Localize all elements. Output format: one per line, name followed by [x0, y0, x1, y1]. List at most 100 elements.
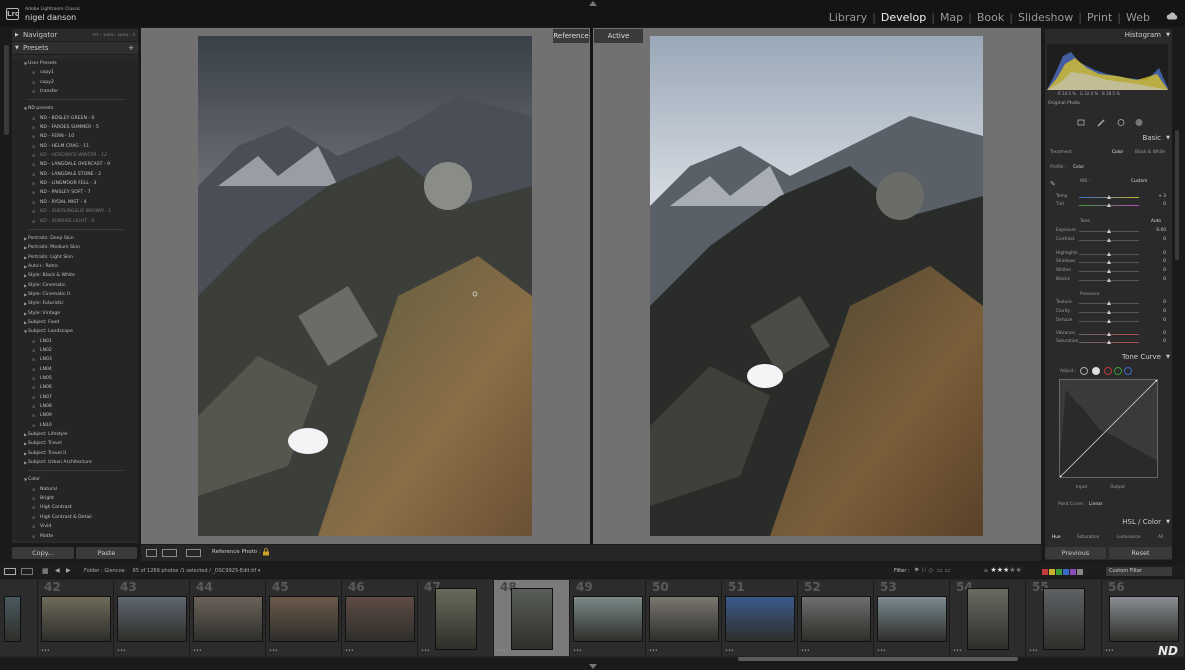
preset-item[interactable]: ⊞ ND - HELM CRAG - 11 [12, 142, 138, 151]
preset-item[interactable]: ⊞ ND - RYDAL MIST - 4 [12, 198, 138, 207]
collapse-top-icon[interactable] [589, 1, 597, 6]
filmstrip-cell[interactable]: 46 ••• [342, 580, 418, 656]
previous-button[interactable]: Previous [1045, 547, 1106, 559]
preset-item[interactable]: ⊞ Bright [12, 494, 138, 503]
filmstrip-cell[interactable]: 53 ••• [874, 580, 950, 656]
green-label-icon[interactable] [1056, 569, 1062, 575]
preset-item[interactable]: ⊞ LN09 [12, 411, 138, 420]
histogram[interactable] [1047, 44, 1168, 90]
module-library[interactable]: Library [824, 11, 872, 24]
preset-item[interactable]: ⊞ LN03 [12, 355, 138, 364]
preset-group[interactable]: ▶ Auto+: Retro [12, 262, 138, 271]
slider-thumb[interactable] [1107, 252, 1111, 256]
forward-arrow-icon[interactable]: ▶ [66, 567, 71, 574]
slider-whites[interactable] [1079, 269, 1139, 273]
filmstrip-thumbnail[interactable] [967, 588, 1009, 650]
right-scrollbar[interactable] [1175, 130, 1179, 260]
copy-button[interactable]: Copy... [12, 547, 74, 559]
filmstrip-thumbnail[interactable] [193, 596, 263, 642]
slider-highlights[interactable] [1079, 252, 1139, 256]
histogram-header[interactable]: Histogram ▼ [1045, 29, 1172, 41]
eyedropper-icon[interactable]: ✎ [1050, 180, 1060, 188]
filmstrip-cell[interactable]: 51 ••• [722, 580, 798, 656]
slider-value-contrast[interactable]: 0 [1146, 237, 1166, 242]
custom-filter-select[interactable]: Custom Filter [1106, 567, 1172, 576]
loupe-view-icon[interactable] [146, 549, 157, 557]
slider-vibrance[interactable] [1079, 332, 1139, 336]
preset-item[interactable]: ⊞ LN06 [12, 383, 138, 392]
reference-photo[interactable] [198, 36, 532, 536]
preset-item[interactable]: ⊞ ND - LINGMOOR FELL - 3 [12, 179, 138, 188]
preset-item[interactable]: ⊞ transfer [12, 87, 138, 96]
back-arrow-icon[interactable]: ◀ [55, 567, 60, 574]
preset-item[interactable]: ⊞ Natural [12, 485, 138, 494]
module-book[interactable]: Book [972, 11, 1009, 24]
yellow-label-icon[interactable] [1049, 569, 1055, 575]
active-photo[interactable] [650, 36, 983, 536]
slider-contrast[interactable] [1079, 238, 1139, 242]
slider-thumb[interactable] [1107, 203, 1111, 207]
preset-group[interactable]: ▼ User Presets [12, 59, 138, 68]
preset-item[interactable]: ⊞ LN10 [12, 421, 138, 430]
grid-view-icon[interactable]: ▦ [42, 567, 49, 575]
slider-saturation[interactable] [1079, 340, 1139, 344]
blue-label-icon[interactable] [1063, 569, 1069, 575]
red-channel-icon[interactable] [1104, 367, 1112, 375]
point-curve-value[interactable]: Linear [1089, 502, 1102, 507]
preset-item[interactable]: ⊞ LN07 [12, 393, 138, 402]
basic-header[interactable]: Basic ▼ [1045, 132, 1172, 144]
module-slideshow[interactable]: Slideshow [1013, 11, 1078, 24]
preset-group[interactable]: ▶ Style: Futuristic [12, 299, 138, 308]
slider-value-saturation[interactable]: 0 [1146, 339, 1166, 344]
main-window-icon[interactable] [4, 568, 16, 575]
preset-item[interactable]: ⊞ copy1 [12, 68, 138, 77]
preset-item[interactable]: ⊞ Vivid [12, 522, 138, 531]
slider-value-dehaze[interactable]: 0 [1146, 318, 1166, 323]
filmstrip-thumbnail[interactable] [511, 588, 553, 650]
preset-item[interactable]: ⊞ LN08 [12, 402, 138, 411]
filmstrip-source-info[interactable]: Folder : Glencoe 65 of 1269 photos /1 se… [84, 568, 260, 574]
treatment-color-option[interactable]: Color [1112, 150, 1123, 155]
preset-item[interactable]: ⊞ ND - FAROES SUMMER - 5 [12, 123, 138, 132]
preset-group[interactable]: ▶ Style: Vintage [12, 309, 138, 318]
slider-value-temp[interactable]: + 3 [1146, 194, 1166, 199]
collapse-bottom-icon[interactable] [589, 664, 597, 669]
profile-value[interactable]: Color [1073, 165, 1084, 170]
filmstrip-cell[interactable] [0, 580, 38, 656]
preset-item[interactable]: ⊞ ND - BOSLEY GREEN - 6 [12, 114, 138, 123]
preset-group[interactable]: ▶ Portraits: Medium Skin [12, 243, 138, 252]
preset-group[interactable]: ▶ Style: Black & White [12, 271, 138, 280]
preset-group[interactable]: ▶ Subject: Food [12, 318, 138, 327]
blue-channel-icon[interactable] [1124, 367, 1132, 375]
parametric-curve-icon[interactable] [1080, 367, 1088, 375]
slider-thumb[interactable] [1107, 310, 1111, 314]
filmstrip-thumbnail[interactable] [117, 596, 187, 642]
filmstrip-thumbnail[interactable] [649, 596, 719, 642]
presets-header[interactable]: ▼ Presets + [12, 42, 138, 55]
filmstrip-thumbnail[interactable] [1043, 588, 1085, 650]
slider-blacks[interactable] [1079, 278, 1139, 282]
flag-filter-icons[interactable]: ⚑ ⚐ ◇ ▭ ▭ [914, 567, 950, 574]
slider-value-whites[interactable]: 0 [1146, 268, 1166, 273]
slider-temp[interactable] [1079, 195, 1139, 199]
hsl-tab-all[interactable]: All [1158, 535, 1163, 540]
rating-filter[interactable]: ≥ ★★★★★ [984, 566, 1022, 574]
slider-value-tint[interactable]: 0 [1146, 202, 1166, 207]
preset-item[interactable]: ⊞ High Contrast & Detail [12, 513, 138, 522]
preset-item[interactable]: ⊞ High Contrast [12, 503, 138, 512]
slider-value-vibrance[interactable]: 0 [1146, 331, 1166, 336]
slider-thumb[interactable] [1107, 332, 1111, 336]
module-print[interactable]: Print [1082, 11, 1117, 24]
filmstrip-cell[interactable]: 47 ••• [418, 580, 494, 656]
preset-item[interactable]: ⊞ ND - PAISLEY SOFT - 7 [12, 188, 138, 197]
filmstrip-thumbnail[interactable] [801, 596, 871, 642]
filmstrip-thumbnail[interactable] [1108, 596, 1179, 642]
hsl-tab-hue[interactable]: Hue [1052, 535, 1061, 540]
preset-item[interactable]: ⊞ LN05 [12, 374, 138, 383]
preset-group[interactable]: ▶ Style: Cinematic II [12, 290, 138, 299]
tone-auto-button[interactable]: Auto [1151, 219, 1161, 224]
navigator-zoom-options[interactable]: FIT : 100% : 200% : 3 [93, 29, 135, 42]
preset-item[interactable]: ⊞ ND - FERN - 10 [12, 132, 138, 141]
filmstrip-thumbnail[interactable] [41, 596, 111, 642]
preset-item[interactable]: ⊞ LN01 [12, 337, 138, 346]
